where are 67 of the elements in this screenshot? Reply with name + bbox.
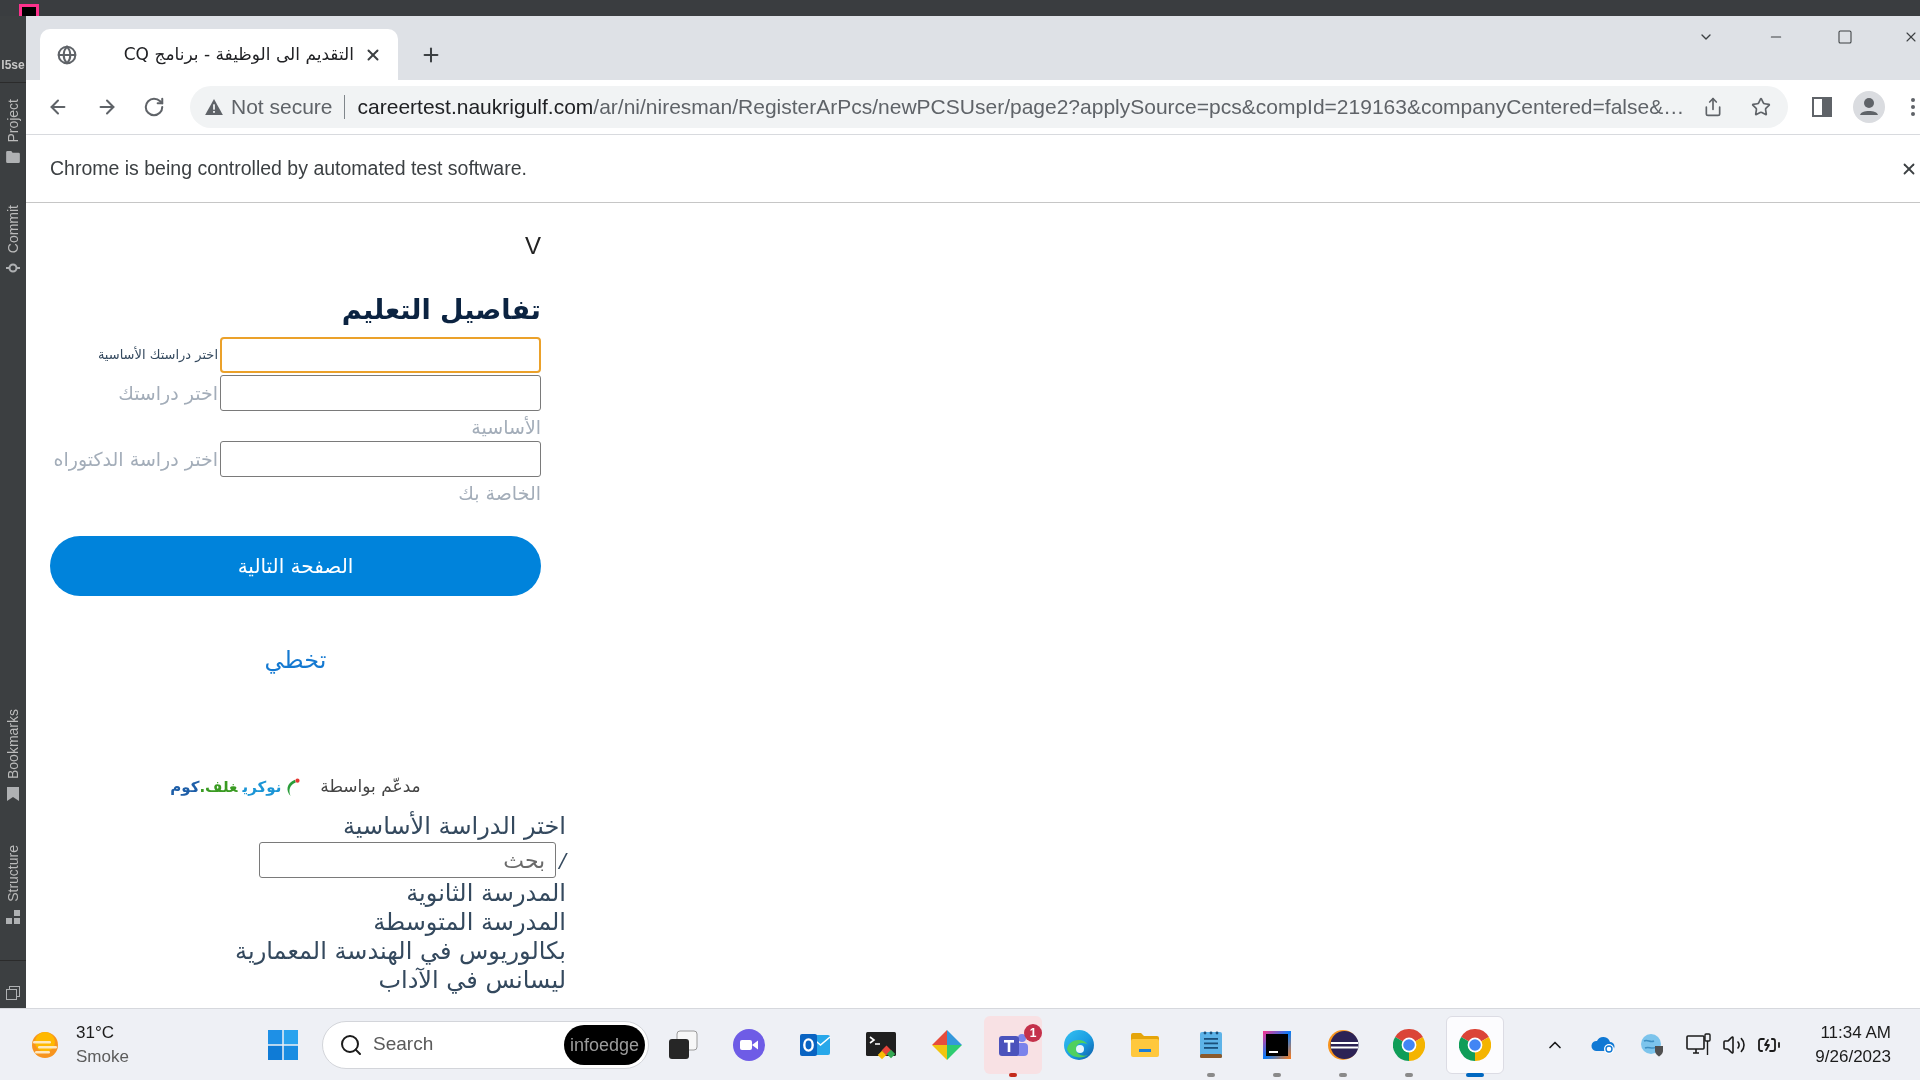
url-text: careertest.naukrigulf.com/ar/ni/niresman/RegisterArPcs/newPCSUser/page2?applySource=pcs&compId=219163&companyCentered=false&… — [357, 94, 1685, 121]
cloud-sync-icon[interactable] — [1590, 1034, 1616, 1055]
dropdown-title: اختر الدراسة الأساسية — [342, 811, 566, 841]
profile-avatar-icon[interactable] — [1853, 91, 1885, 123]
skip-link[interactable]: تخطي — [264, 645, 327, 675]
dropdown-option[interactable]: المدرسة الثانوية — [406, 879, 566, 908]
start-windows-icon[interactable] — [268, 1029, 298, 1060]
menu-dots-icon[interactable] — [1911, 98, 1915, 116]
field-label: اختر دراسة الدكتوراه — [53, 447, 218, 471]
infobar-message: Chrome is being controlled by automated test software. — [50, 155, 527, 181]
bookmark-icon — [7, 787, 19, 802]
project-name-text: l5se — [1, 58, 25, 72]
field-label: اختر دراستك الأساسية — [97, 345, 218, 364]
powered-by-text: مدعّم بواسطة — [320, 775, 421, 799]
address-bar[interactable]: Not secure careertest.naukrigulf.com/ar/ni/niresman/RegisterArPcs/newPCSUser/page2?applySource=pcs&compId=219163&companyCentered=false&… — [190, 86, 1788, 128]
tool-window-tab[interactable]: Project — [5, 99, 21, 143]
striped-circle-icon[interactable] — [1327, 1028, 1359, 1061]
next-page-button[interactable]: الصفحة التالية — [50, 536, 541, 596]
logo-wordmark: نوكري غلف.كوم — [170, 776, 282, 798]
monitor-plug-icon[interactable] — [1686, 1032, 1712, 1057]
weather-temperature: 31°C — [76, 1021, 115, 1044]
tool-window-tab[interactable]: Commit — [5, 204, 21, 253]
organization-badge: infoedge — [563, 1024, 645, 1065]
section-heading: تفاصيل التعليم — [341, 293, 541, 327]
search-field[interactable]: بحث — [259, 842, 557, 878]
search-icon — [339, 1032, 363, 1057]
reload-icon[interactable] — [143, 96, 165, 118]
weather-condition: Smoke — [76, 1045, 129, 1068]
field-label: الأساسية — [471, 415, 541, 439]
input-field[interactable] — [220, 337, 541, 373]
stacked-squares-icon — [6, 986, 20, 1000]
field-label: اختر دراستك — [118, 381, 218, 405]
step-marker-text: V — [525, 231, 541, 261]
globe-icon — [57, 44, 77, 65]
ide-app-icon[interactable] — [1261, 1028, 1293, 1061]
globe-shield-icon[interactable] — [1640, 1032, 1664, 1057]
video-chat-icon[interactable] — [733, 1028, 765, 1061]
app-logo-icon — [19, 4, 39, 16]
dropdown-option[interactable]: المدرسة المتوسطة — [373, 908, 566, 937]
security-status[interactable]: Not secure — [231, 91, 333, 123]
taskbar-search-button[interactable]: Search infoedge — [322, 1020, 649, 1069]
maximize-icon[interactable] — [1837, 29, 1853, 45]
input-field[interactable] — [220, 441, 541, 477]
tab-title: التقديم الى الوظيفة - برنامج CQ — [122, 42, 355, 67]
clock-time[interactable]: 11:34 AM — [1820, 1020, 1891, 1045]
dropdown-option[interactable]: بكالوريوس في الهندسة المعمارية — [235, 937, 566, 966]
browser-icon — [1459, 1028, 1491, 1061]
warning-icon[interactable] — [205, 99, 223, 115]
tool-window-tab[interactable]: Bookmarks — [5, 709, 21, 780]
clock-date[interactable]: 9/26/2023 — [1815, 1044, 1891, 1069]
swirl-icon[interactable] — [1063, 1028, 1095, 1061]
field-label: الخاصة بك — [458, 481, 541, 505]
colored-diamond-icon[interactable] — [931, 1028, 963, 1061]
browser-icon[interactable] — [1393, 1028, 1425, 1061]
browser-tab[interactable]: التقديم الى الوظيفة - برنامج CQ — [40, 29, 398, 80]
taskbar-button[interactable] — [1446, 1015, 1504, 1074]
star-icon[interactable] — [1751, 97, 1771, 117]
side-panel-icon[interactable] — [1812, 97, 1832, 117]
folder-icon — [6, 150, 20, 163]
share-icon[interactable] — [1703, 97, 1723, 117]
taskbar-button[interactable] — [984, 1015, 1042, 1074]
overlapping-windows-icon[interactable] — [667, 1028, 699, 1061]
tool-window-tab[interactable]: Structure — [5, 845, 21, 902]
structure-icon — [6, 910, 20, 924]
dropdown-option[interactable]: ليسانس في الآداب — [378, 966, 566, 995]
search-prefix-text: / — [559, 848, 566, 872]
input-field[interactable] — [220, 375, 541, 411]
